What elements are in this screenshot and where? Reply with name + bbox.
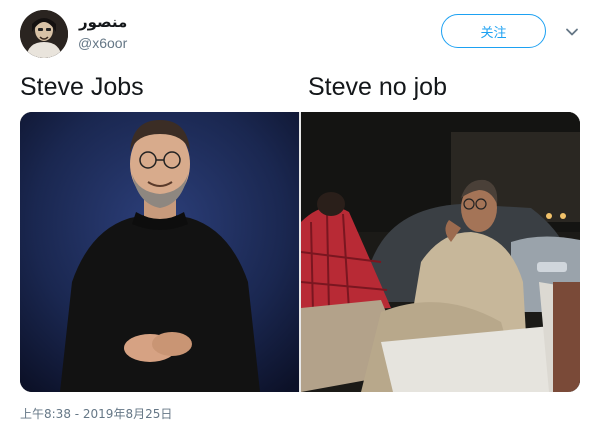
tweet-card: منصور @x6oor 关注 Steve Jobs Steve no job (0, 0, 602, 426)
user-info[interactable]: منصور @x6oor (78, 12, 127, 52)
avatar[interactable] (20, 10, 68, 58)
user-handle[interactable]: @x6oor (78, 34, 127, 52)
tweet-menu-button[interactable] (562, 22, 582, 42)
caption-right: Steve no job (308, 73, 447, 101)
photo-right-image (300, 112, 580, 392)
avatar-image (20, 10, 68, 58)
caption-left: Steve Jobs (20, 73, 144, 101)
tweet-timestamp[interactable]: 上午8:38 - 2019年8月25日 (20, 406, 172, 422)
photo-left[interactable] (20, 112, 299, 392)
chevron-down-icon (566, 28, 578, 36)
photo-left-image (20, 112, 299, 392)
tweet-media[interactable] (20, 112, 580, 392)
display-name[interactable]: منصور (78, 12, 127, 32)
follow-button[interactable]: 关注 (441, 14, 546, 48)
photo-right[interactable] (300, 112, 580, 392)
